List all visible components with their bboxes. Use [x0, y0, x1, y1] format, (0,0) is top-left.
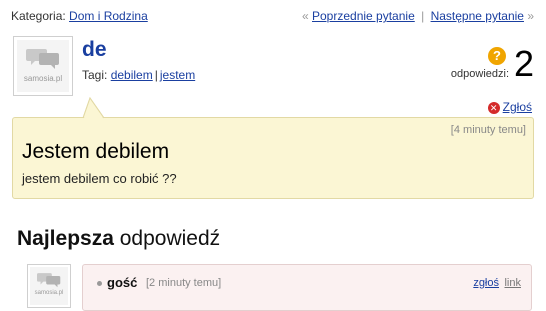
report-question[interactable]: ✕ Zgłoś — [487, 100, 532, 114]
question-badge-icon: ? — [488, 47, 506, 65]
answer-user: gość — [107, 275, 138, 290]
tags-line: Tagi: debilem | jestem — [82, 68, 195, 82]
next-question-link[interactable]: Następne pytanie — [431, 9, 524, 23]
answers-count: 2 — [513, 43, 534, 84]
avatar-brand: samosia.pl — [34, 290, 64, 296]
category-label: Kategoria: — [11, 9, 66, 23]
question-avatar: samosia.pl — [13, 36, 73, 96]
report-link[interactable]: Zgłoś — [503, 100, 532, 114]
close-circle-icon: ✕ — [487, 101, 500, 114]
question-title: de — [82, 38, 107, 61]
tags-label: Tagi: — [82, 68, 108, 82]
question-time: [4 minuty temu] — [450, 124, 526, 136]
answer-time: [2 minuty temu] — [146, 277, 222, 289]
speech-bubbles-icon — [37, 273, 61, 288]
nav-open-quote: « — [301, 9, 309, 23]
answer-permalink[interactable]: link — [504, 277, 521, 289]
tag-separator: | — [154, 68, 158, 82]
tag-link[interactable]: jestem — [160, 68, 195, 82]
answers-label: odpowiedzi: — [450, 68, 509, 80]
question-nav: « Poprzednie pytanie | Następne pytanie … — [302, 9, 534, 23]
tag-link[interactable]: debilem — [111, 68, 153, 82]
question-heading: Jestem debilem — [22, 140, 170, 163]
bubble-tail-overlay — [82, 97, 105, 119]
answer-avatar: samosia.pl — [27, 264, 71, 308]
answer-report-link[interactable]: zgłoś — [473, 277, 499, 289]
avatar-brand: samosia.pl — [23, 74, 63, 83]
best-heading-bold: Najlepsza — [17, 227, 114, 250]
nav-close-quote: » — [527, 9, 534, 23]
user-dot-icon — [97, 281, 102, 286]
category-line: Kategoria: Dom i Rodzina — [11, 9, 148, 23]
best-answer-heading: Najlepsza odpowiedź — [17, 227, 220, 251]
best-heading-rest: odpowiedź — [119, 227, 221, 250]
question-bubble: [4 minuty temu] Jestem debilem jestem de… — [12, 117, 534, 199]
category-link[interactable]: Dom i Rodzina — [69, 9, 148, 23]
speech-bubbles-icon — [26, 49, 59, 69]
prev-question-link[interactable]: Poprzednie pytanie — [312, 9, 415, 23]
question-body: jestem debilem co robić ?? — [22, 171, 177, 186]
nav-separator: | — [421, 9, 425, 23]
